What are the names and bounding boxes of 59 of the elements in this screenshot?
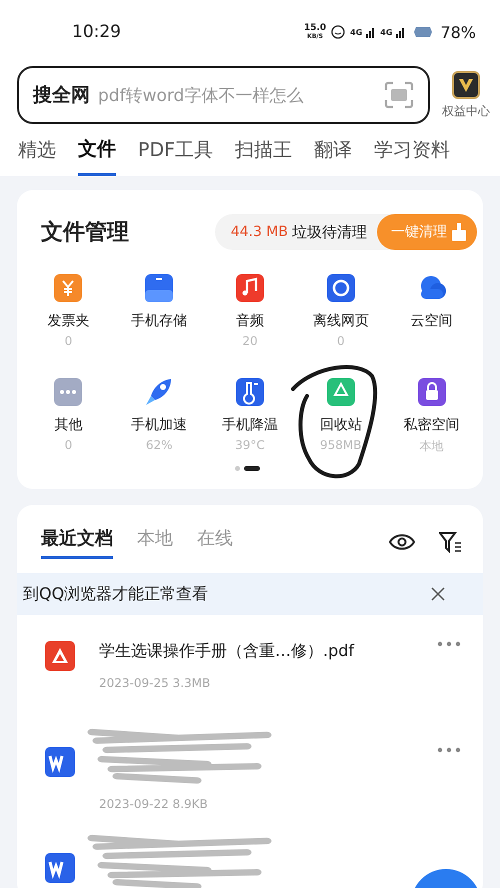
more-icon[interactable] [437, 641, 461, 647]
network-type: 4G [350, 28, 362, 36]
eye-icon[interactable] [389, 532, 415, 552]
cool-tile-icon[interactable] [234, 376, 266, 408]
docs-tab[interactable]: 最近文档 [41, 526, 113, 558]
net-speed-value: 15.0 [304, 24, 326, 33]
recycle-tile-icon[interactable] [324, 376, 357, 408]
file-meta: 2023-09-25 3.3MB [99, 676, 212, 690]
file-name[interactable]: 学生选课操作手册（含重…修）.pdf [99, 641, 413, 662]
network-type: 4G [380, 28, 392, 36]
private-tile-icon[interactable] [416, 376, 448, 408]
nav-tab[interactable]: 文件 [78, 134, 116, 176]
tile-label[interactable]: 手机加速 [131, 416, 188, 434]
pdf-file-icon [45, 641, 75, 671]
tile-label[interactable]: 手机存储 [131, 312, 188, 330]
tile-count: 0 [336, 334, 345, 348]
audio-tile-icon[interactable] [234, 272, 266, 304]
vip-icon[interactable] [452, 70, 480, 98]
tile-label[interactable]: 离线网页 [312, 312, 369, 330]
signal-icon [396, 26, 406, 38]
close-icon[interactable] [431, 587, 445, 601]
filter-icon[interactable] [439, 531, 463, 553]
tile-count: 958MB [320, 438, 362, 452]
battery-level: 78% [440, 22, 476, 42]
file-meta: 2023-09-22 8.9KB [99, 797, 209, 811]
tile-label[interactable]: 云空间 [410, 312, 453, 330]
broom-icon [451, 223, 467, 241]
tile-count: 20 [242, 334, 258, 348]
tile-label[interactable]: 其他 [54, 416, 82, 434]
tile-count: 0 [64, 334, 72, 348]
storage-tile-icon[interactable] [143, 272, 176, 304]
tile-label[interactable]: 发票夹 [47, 312, 90, 330]
invoice-tile-icon[interactable] [52, 272, 84, 304]
tile-label[interactable]: 手机降温 [222, 416, 278, 434]
tile-count: 0 [64, 438, 72, 452]
nav-tab[interactable]: 扫描王 [235, 134, 292, 176]
tile-count: 62% [146, 438, 173, 452]
tile-count: 本地 [420, 438, 444, 455]
nav-tab[interactable]: 学习资料 [374, 134, 450, 176]
vip-label[interactable]: 权益中心 [442, 102, 490, 120]
junk-label: 垃圾待清理 [292, 222, 367, 242]
notice-text: 到QQ浏览器才能正常查看 [23, 584, 208, 604]
signal-icon [366, 26, 376, 38]
tile-count: 39°C [235, 438, 265, 452]
section-title: 文件管理 [41, 219, 129, 247]
nav-tab[interactable]: 翻译 [314, 134, 352, 176]
other-tile-icon[interactable] [52, 376, 84, 408]
tile-label[interactable]: 回收站 [320, 416, 362, 434]
face-icon [330, 25, 346, 39]
tile-label[interactable]: 私密空间 [404, 416, 460, 434]
more-icon[interactable] [437, 747, 461, 753]
nav-tab[interactable]: 精选 [18, 134, 56, 176]
search-field[interactable]: 搜全网 pdf转word字体不一样怎么 [17, 66, 430, 124]
tile-label[interactable]: 音频 [236, 312, 264, 330]
junk-size: 44.3 MB [230, 224, 288, 240]
nav-tab[interactable]: PDF工具 [138, 134, 214, 176]
word-file-icon [45, 853, 75, 883]
status-time: 10:29 [72, 22, 121, 42]
word-file-icon [45, 747, 75, 777]
